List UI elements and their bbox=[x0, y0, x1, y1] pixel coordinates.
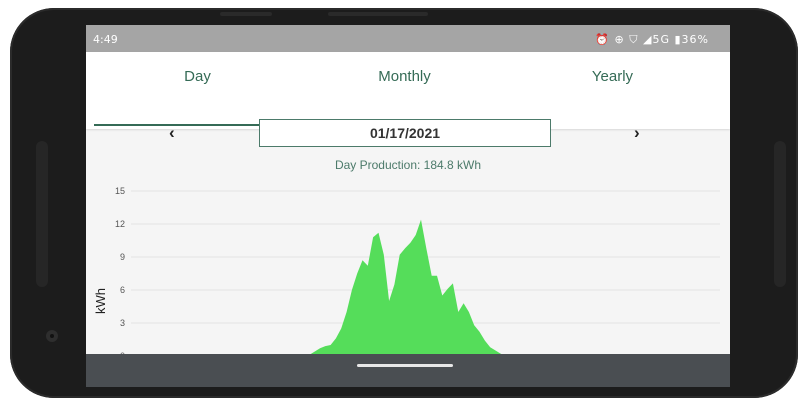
day-production-text: Day Production: 184.8 kWh bbox=[334, 158, 482, 172]
status-bar: 4:49 ⏰ ⊕ ⛉ ◢5G ▮36% bbox=[86, 25, 730, 52]
status-icons: ⏰ ⊕ ⛉ ◢5G ▮36% bbox=[595, 33, 709, 46]
volume-button bbox=[220, 12, 272, 16]
speaker-left bbox=[36, 141, 48, 287]
previous-day-icon[interactable]: ‹ bbox=[169, 123, 175, 143]
date-navigation: ‹ 01/17/2021 › bbox=[86, 119, 730, 149]
tab-bar: Day Monthly Yearly bbox=[86, 52, 730, 129]
speaker-right bbox=[774, 141, 786, 287]
date-field[interactable]: 01/17/2021 bbox=[259, 119, 551, 147]
y-tick-label: 15 bbox=[115, 186, 125, 196]
y-tick-label: 3 bbox=[120, 318, 125, 328]
next-day-icon[interactable]: › bbox=[634, 123, 640, 143]
y-axis-ticks: 03691215 bbox=[115, 186, 125, 361]
system-navigation-bar bbox=[86, 354, 730, 387]
y-tick-label: 12 bbox=[115, 219, 125, 229]
home-gesture-handle[interactable] bbox=[357, 364, 453, 367]
tab-yearly-label: Yearly bbox=[591, 68, 634, 85]
tab-day[interactable]: Day bbox=[94, 52, 301, 129]
app-screen: 4:49 ⏰ ⊕ ⛉ ◢5G ▮36% Day Monthly Yearly ‹… bbox=[86, 25, 730, 387]
production-area bbox=[304, 219, 554, 356]
tab-day-label: Day bbox=[184, 68, 211, 85]
tab-monthly-label: Monthly bbox=[378, 68, 431, 85]
y-tick-label: 6 bbox=[120, 285, 125, 295]
tab-monthly[interactable]: Monthly bbox=[301, 52, 508, 129]
camera-icon bbox=[46, 330, 58, 342]
y-tick-label: 9 bbox=[120, 252, 125, 262]
status-time: 4:49 bbox=[93, 33, 118, 46]
tab-yearly[interactable]: Yearly bbox=[509, 52, 716, 129]
power-button bbox=[328, 12, 428, 16]
y-axis-label: kWh bbox=[93, 288, 108, 314]
